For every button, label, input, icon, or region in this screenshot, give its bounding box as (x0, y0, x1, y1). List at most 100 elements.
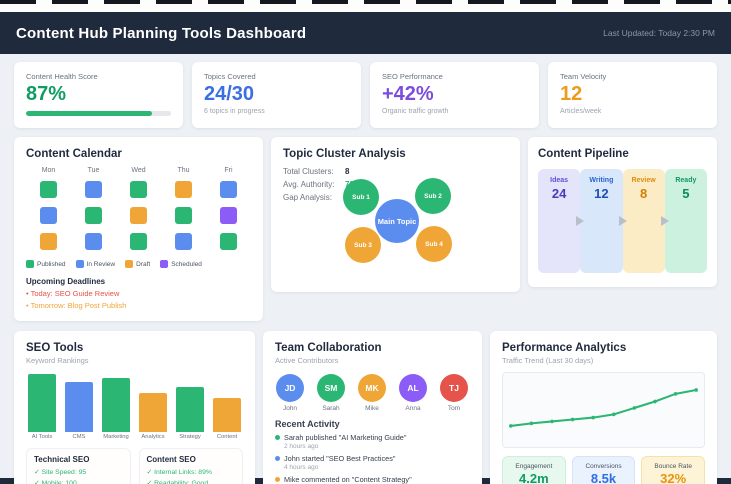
calendar-cell[interactable] (40, 207, 57, 224)
stat-box: Engagement4.2m+18% (502, 456, 566, 484)
health-progress-bar (26, 111, 171, 116)
pipeline-stage[interactable]: Ready 5 (664, 169, 707, 273)
bar-column (213, 374, 241, 432)
seo-audit-item: ✓ Internal Links: 89% (146, 469, 212, 476)
cluster-stat-row: Total Clusters: 8 (283, 167, 423, 176)
cluster-stat-label: Avg. Authority: (283, 180, 335, 189)
pipeline-stage-label: Review (631, 177, 656, 184)
kpi-card-content-health: Content Health Score 87% (14, 62, 183, 128)
pipeline-stage-count: 5 (682, 186, 690, 201)
stat-box: Conversions8.5k+24% (571, 456, 636, 484)
pipeline-stage-label: Ready (675, 177, 697, 184)
calendar-day-label: Tue (87, 167, 100, 174)
activity-timestamp: 2 hours ago (284, 443, 319, 450)
pipeline-arrow-icon (576, 216, 585, 226)
activity-item: Mike commented on "Content Strategy"6 ho… (275, 475, 470, 484)
calendar-cell[interactable] (40, 181, 57, 198)
seo-audit-item: ✓ Readability: Good (146, 479, 209, 484)
bar-category-label: Analytics (141, 434, 165, 440)
deadline-item: • Tomorrow: Blog Post Publish (26, 301, 127, 310)
calendar-cell[interactable] (130, 207, 147, 224)
content-pipeline-card: Content Pipeline Ideas 24 Writing 12 Review 8… (528, 137, 717, 287)
seo-tools-card: SEO Tools Keyword Rankings AI Tools CMS Ma… (14, 331, 255, 484)
stat-value: 8.5k (590, 471, 617, 484)
calendar-cell[interactable] (85, 233, 102, 250)
kpi-value: 24/30 (204, 83, 255, 105)
stat-box: Bounce Rate32%-8% (641, 456, 706, 484)
team-member: MK Mike (357, 374, 387, 412)
keyword-rankings-subtitle: Keyword Rankings (26, 356, 89, 365)
bottom-row: SEO Tools Keyword Rankings AI Tools CMS Ma… (14, 331, 717, 484)
keyword-bar (176, 387, 204, 432)
calendar-cell[interactable] (85, 207, 102, 224)
seo-audit-item: ✓ Mobile: 100 (34, 479, 77, 484)
calendar-cell[interactable] (175, 207, 192, 224)
activity-text: Mike commented on "Content Strategy" (284, 475, 412, 484)
calendar-cell[interactable] (85, 181, 102, 198)
pipeline-stage-count: 8 (640, 186, 648, 201)
calendar-cell[interactable] (130, 181, 147, 198)
active-contributors-subtitle: Active Contributors (275, 356, 339, 365)
kpi-value: 12 (560, 83, 583, 105)
pipeline-stages: Ideas 24 Writing 12 Review 8 Ready 5 (538, 169, 707, 273)
calendar-cell[interactable] (220, 233, 237, 250)
legend-item: Draft (125, 260, 150, 268)
trend-line-chart (509, 388, 698, 428)
pipeline-stage-count: 24 (551, 186, 567, 201)
calendar-cell[interactable] (220, 207, 237, 224)
bar-category-label: Marketing (103, 434, 129, 440)
cluster-stat-value: 8 (345, 167, 350, 176)
kpi-card-seo-performance: SEO Performance +42% Organic traffic gro… (370, 62, 539, 128)
avatar[interactable]: SM (317, 374, 345, 402)
last-updated-label: Last Updated: Today 2:30 PM (603, 28, 715, 38)
activity-item: John started "SEO Best Practices" 4 hours… (275, 454, 470, 471)
keyword-bar (28, 374, 56, 432)
avatar[interactable]: JD (276, 374, 304, 402)
team-member: TJ Tom (439, 374, 469, 412)
bar-column (176, 374, 204, 432)
deadline-item: • Today: SEO Guide Review (26, 289, 120, 298)
avatar[interactable]: TJ (440, 374, 468, 402)
activity-status-dot (275, 435, 280, 440)
analytics-title: Performance Analytics (502, 342, 627, 354)
seo-audit-box: Technical SEO ✓ Site Speed: 95 ✓ Mobile: 1… (26, 448, 131, 484)
pipeline-stage-label: Writing (589, 177, 614, 184)
page-title: Content Hub Planning Tools Dashboard (16, 24, 307, 42)
calendar-day-headers: Mon Tue Wed Thu Fri (26, 167, 251, 174)
performance-analytics-card: Performance Analytics Traffic Trend (Las… (490, 331, 717, 484)
seo-audit-item: ✓ Site Speed: 95 (34, 469, 87, 476)
bar-category-label: Content (216, 434, 238, 440)
avatar[interactable]: AL (399, 374, 427, 402)
legend-item: In Review (75, 260, 115, 268)
activity-line: Sarah published "AI Marketing Guide" (275, 433, 470, 442)
bar-category-label: CMS (72, 434, 86, 440)
kpi-label: Team Velocity (560, 72, 607, 81)
pipeline-stage[interactable]: Review 8 (622, 169, 665, 273)
legend-item: Published (26, 260, 66, 268)
pipeline-stage[interactable]: Ideas 24 (538, 169, 581, 273)
keyword-rankings-labels: AI Tools CMS Marketing Analytics Strategy Con… (26, 434, 243, 440)
pipeline-stage[interactable]: Writing 12 (580, 169, 623, 273)
kpi-label: SEO Performance (382, 72, 443, 81)
kpi-label: Content Health Score (26, 72, 98, 81)
team-collaboration-card: Team Collaboration Active Contributors J… (263, 331, 482, 484)
pipeline-arrow-icon (618, 216, 627, 226)
stat-label: Engagement (515, 463, 553, 470)
activity-item: Sarah published "AI Marketing Guide" 2 ho… (275, 433, 470, 450)
calendar-cell[interactable] (175, 233, 192, 250)
calendar-cell[interactable] (220, 181, 237, 198)
bar-column (28, 374, 56, 432)
keyword-bar (213, 398, 241, 432)
stat-value: 4.2m (519, 471, 549, 484)
avatar[interactable]: MK (358, 374, 386, 402)
middle-row: Content Calendar Mon Tue Wed Thu Fri Publish… (14, 137, 717, 321)
kpi-card-team-velocity: Team Velocity 12 Articles/week (548, 62, 717, 128)
legend-color-swatch (26, 260, 34, 268)
calendar-cell[interactable] (130, 233, 147, 250)
member-name: John (282, 405, 298, 412)
calendar-cell[interactable] (40, 233, 57, 250)
keyword-bar (65, 382, 93, 432)
team-title: Team Collaboration (275, 342, 382, 354)
calendar-cell[interactable] (175, 181, 192, 198)
activity-status-dot (275, 477, 280, 482)
